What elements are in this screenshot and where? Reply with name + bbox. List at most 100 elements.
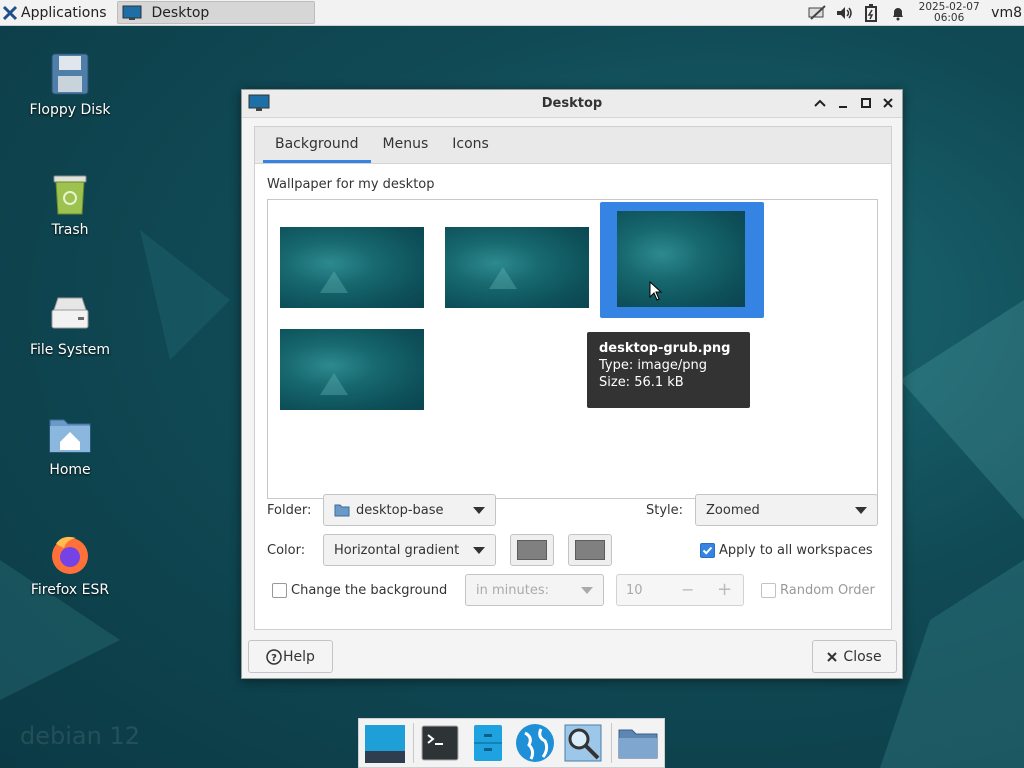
- tab-menus[interactable]: Menus: [371, 127, 441, 163]
- dock-show-desktop[interactable]: [363, 721, 407, 765]
- folder-combo[interactable]: desktop-base: [323, 494, 496, 526]
- wallpaper-section-label: Wallpaper for my desktop: [267, 177, 435, 192]
- desktop-icon-label: Firefox ESR: [30, 582, 110, 598]
- change-background-checkbox[interactable]: [272, 583, 287, 598]
- dock-folder[interactable]: [616, 721, 660, 765]
- folder-label: Folder:: [267, 503, 312, 518]
- dock-separator: [611, 723, 613, 763]
- battery-icon[interactable]: [859, 3, 883, 23]
- dock-app-finder[interactable]: [561, 721, 605, 765]
- interval-unit-value: in minutes:: [476, 582, 549, 598]
- desktop-icon-trash[interactable]: Trash: [20, 172, 120, 238]
- color-2-swatch: [575, 540, 605, 560]
- wallpaper-thumbnail[interactable]: [445, 227, 589, 308]
- taskbar-window-title: Desktop: [151, 4, 210, 21]
- close-label: Close: [843, 648, 882, 665]
- web-browser-icon: [516, 724, 555, 762]
- dialog-title: Desktop: [541, 96, 603, 111]
- desktop-icon-label: Home: [49, 462, 91, 478]
- color-1-swatch: [517, 540, 547, 560]
- maximize-icon: [861, 98, 871, 108]
- network-icon[interactable]: [805, 3, 829, 23]
- chevron-down-icon: [855, 507, 867, 514]
- tooltip-filename: desktop-grub.png: [599, 341, 731, 356]
- app-finder-icon: [564, 724, 602, 762]
- color-style-combo[interactable]: Horizontal gradient: [323, 534, 496, 566]
- desktop-icon-firefox[interactable]: Firefox ESR: [20, 532, 120, 598]
- increment-icon[interactable]: +: [717, 579, 732, 600]
- clock-date: 2025-02-07: [918, 0, 980, 13]
- show-desktop-icon: [364, 725, 405, 763]
- dock-terminal[interactable]: [418, 721, 462, 765]
- random-order-checkbox[interactable]: [761, 583, 776, 598]
- user-menu[interactable]: vm8: [991, 5, 1022, 21]
- tooltip-size: Size: 56.1 kB: [599, 375, 684, 390]
- shade-button[interactable]: [812, 95, 828, 111]
- bottom-dock: [358, 718, 665, 768]
- chevron-down-icon: [581, 587, 593, 594]
- checkmark-icon: [702, 546, 713, 555]
- chevron-up-icon: [814, 99, 826, 107]
- mouse-cursor-icon: [649, 281, 663, 301]
- interval-unit-combo[interactable]: in minutes:: [465, 574, 604, 606]
- help-button[interactable]: ? Help: [248, 640, 333, 673]
- random-order-label[interactable]: Random Order: [780, 583, 875, 598]
- close-icon: [883, 98, 893, 108]
- close-button[interactable]: Close: [812, 640, 897, 673]
- dock-file-manager[interactable]: [466, 721, 510, 765]
- xfce-logo-icon: [2, 5, 18, 20]
- terminal-icon: [421, 725, 459, 761]
- desktop-icon-file-system[interactable]: File System: [20, 292, 120, 358]
- decrement-icon[interactable]: −: [681, 580, 694, 599]
- desktop-icon-label: File System: [29, 342, 111, 358]
- firefox-icon: [52, 536, 88, 574]
- volume-icon[interactable]: [832, 3, 856, 23]
- drive-icon: [51, 297, 89, 329]
- clock[interactable]: 2025-02-07 06:06: [913, 0, 985, 24]
- desktop-icon-home[interactable]: Home: [20, 412, 120, 478]
- wallpaper-thumbnail[interactable]: [280, 227, 424, 308]
- notification-bell-icon[interactable]: [886, 3, 910, 23]
- folder-value: desktop-base: [356, 502, 444, 518]
- minimize-button[interactable]: [835, 95, 851, 111]
- help-label: Help: [283, 648, 315, 665]
- tab-icons[interactable]: Icons: [440, 127, 501, 163]
- dock-web-browser[interactable]: [513, 721, 557, 765]
- wallpaper-thumbnail-selected[interactable]: [600, 202, 764, 318]
- tab-background[interactable]: Background: [263, 127, 371, 163]
- color-label: Color:: [267, 543, 306, 558]
- desktop-settings-dialog: Desktop Background Menus Icons Wallpaper…: [241, 89, 903, 679]
- settings-notebook: Background Menus Icons Wallpaper for my …: [254, 126, 892, 630]
- style-label: Style:: [646, 503, 684, 518]
- apply-all-workspaces-checkbox[interactable]: [700, 543, 715, 558]
- close-icon: [827, 651, 838, 662]
- home-folder-icon: [49, 419, 91, 453]
- maximize-button[interactable]: [858, 95, 874, 111]
- style-value: Zoomed: [706, 502, 760, 518]
- applications-menu[interactable]: Applications: [0, 0, 113, 25]
- apply-all-workspaces-label[interactable]: Apply to all workspaces: [719, 543, 873, 558]
- change-background-label[interactable]: Change the background: [291, 583, 447, 598]
- file-manager-icon: [473, 725, 502, 761]
- applications-label: Applications: [21, 4, 107, 21]
- interval-spinbox[interactable]: 10 − +: [616, 574, 744, 606]
- close-window-button[interactable]: [880, 95, 896, 111]
- taskbar-window-desktop[interactable]: Desktop: [116, 1, 315, 24]
- style-combo[interactable]: Zoomed: [695, 494, 878, 526]
- svg-text:?: ?: [271, 653, 277, 664]
- chevron-down-icon: [473, 507, 485, 514]
- help-icon: ?: [266, 648, 282, 665]
- wallpaper-thumbnail[interactable]: [280, 329, 424, 410]
- folder-icon: [618, 729, 658, 759]
- trash-icon: [53, 175, 87, 215]
- color-1-button[interactable]: [510, 534, 554, 566]
- color-style-value: Horizontal gradient: [334, 542, 460, 558]
- chevron-down-icon: [473, 547, 485, 554]
- dialog-titlebar[interactable]: Desktop: [242, 90, 902, 118]
- wallpaper-tooltip: desktop-grub.png Type: image/png Size: 5…: [587, 332, 750, 408]
- folder-icon: [334, 504, 350, 517]
- desktop-icon-label: Floppy Disk: [29, 102, 111, 118]
- wallpaper-grid: [267, 199, 878, 499]
- desktop-icon-floppy-disk[interactable]: Floppy Disk: [20, 52, 120, 118]
- color-2-button[interactable]: [568, 534, 612, 566]
